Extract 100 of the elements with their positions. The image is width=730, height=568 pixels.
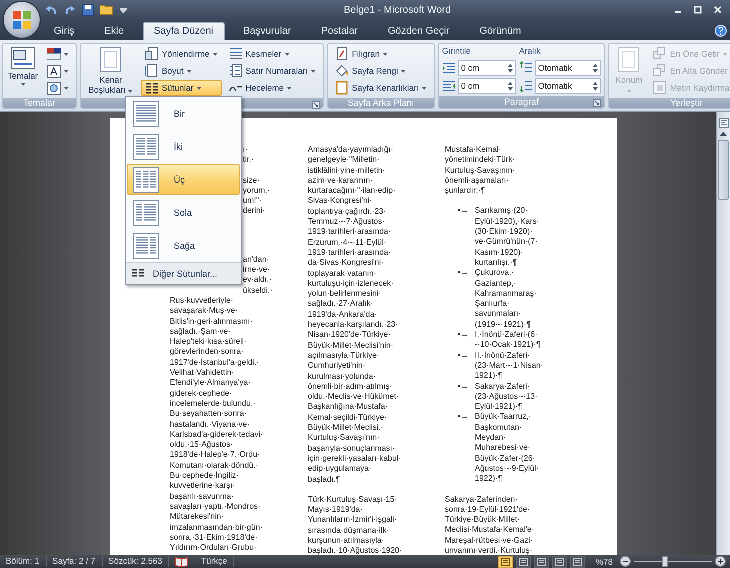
text-line: başladı.·10·Ağustos·1920· bbox=[308, 546, 402, 555]
text-line: Karlsbad'a·giderek·tedavi· bbox=[170, 430, 264, 440]
send-back-icon bbox=[653, 64, 668, 78]
ribbon-tab[interactable]: Ekle bbox=[94, 22, 136, 40]
ribbon-tab[interactable]: Başvurular bbox=[232, 22, 302, 40]
text-line: Başkanlığına·Mustafa· bbox=[308, 402, 390, 413]
text-line: Mareşal·rütbesi·ve·Gazi· bbox=[445, 536, 534, 546]
view-button[interactable] bbox=[516, 556, 531, 568]
status-item: Bölüm: 1 bbox=[0, 556, 47, 567]
column-option[interactable]: Üç bbox=[127, 164, 240, 195]
zoom-level[interactable]: %78 bbox=[596, 556, 613, 566]
ribbon-menu-button[interactable]: Boyut bbox=[141, 63, 222, 79]
text-line: edip·uygulamaya· bbox=[308, 464, 373, 474]
color-swatch-icon bbox=[47, 48, 61, 60]
folder-icon[interactable] bbox=[100, 4, 114, 16]
spin-field[interactable]: Otomatik bbox=[535, 78, 602, 94]
dialog-launcher-icon[interactable] bbox=[593, 99, 602, 107]
text-line: Amasya'da·yayımladığı· bbox=[308, 145, 395, 156]
text-line: irne·ve· bbox=[243, 265, 272, 276]
customize-caret-icon[interactable] bbox=[120, 7, 127, 13]
ribbon-tab[interactable]: Sayfa Düzeni bbox=[143, 22, 224, 40]
ribbon-menu-button[interactable]: Sayfa Kenarlıkları bbox=[331, 80, 432, 96]
status-language[interactable]: Türkçe bbox=[195, 556, 234, 567]
text-line: Ağustos·-·9·Eylül· bbox=[475, 464, 540, 474]
text-line: da·Sivas·Kongresi'ni· bbox=[308, 258, 385, 269]
indent-right-icon bbox=[442, 79, 456, 93]
bullet-marker: •→ bbox=[458, 330, 470, 340]
scroll-thumb[interactable] bbox=[718, 140, 729, 200]
text-line: sırasında·düşmana·ilk· bbox=[308, 526, 390, 536]
caret-icon bbox=[311, 70, 316, 72]
text-line: yolun·belirlenmesini· bbox=[308, 289, 382, 300]
ribbon-tab[interactable]: Gözden Geçir bbox=[377, 22, 461, 40]
ribbon-menu-button[interactable]: Satır Numaraları bbox=[224, 63, 320, 79]
text-line: toplantıya·çağırdı.·23· bbox=[308, 206, 388, 218]
ribbon-menu-button[interactable]: Heceleme bbox=[224, 80, 320, 96]
margins-button[interactable]: Kenar Boşlukları bbox=[84, 46, 138, 96]
text-line: oldu.·Meclis·ve·Hükümet· bbox=[308, 392, 400, 402]
ribbon-tab[interactable]: Postalar bbox=[310, 22, 369, 40]
text-line: tir.· bbox=[243, 155, 254, 166]
zoom-out-icon[interactable] bbox=[620, 556, 631, 567]
spin-field[interactable]: Otomatik bbox=[535, 60, 602, 76]
text-line: Mustafa·Kemal· bbox=[445, 145, 502, 156]
bullet-marker: •→ bbox=[458, 382, 470, 392]
text-line: Başkomutan· bbox=[475, 422, 524, 434]
vertical-scrollbar[interactable] bbox=[716, 112, 730, 555]
ribbon-menu-button[interactable]: Sayfa Rengi bbox=[331, 63, 432, 79]
text-line: Sakarya·Zaferi· bbox=[475, 382, 532, 392]
more-columns-option[interactable]: Diğer Sütunlar... bbox=[126, 262, 241, 284]
text-wrap-icon bbox=[653, 81, 668, 95]
column-option[interactable]: Sola bbox=[127, 197, 240, 228]
text-line: giderek·cephede· bbox=[170, 388, 234, 399]
column-option[interactable]: Sağa bbox=[127, 230, 240, 261]
text-line: Sivas·Kongresi'ni· bbox=[308, 196, 374, 207]
spin-field[interactable]: 0 cm bbox=[458, 60, 516, 76]
zoom-slider-thumb[interactable] bbox=[662, 556, 668, 567]
ribbon-menu-button[interactable]: Filigran bbox=[331, 46, 432, 62]
maximize-icon[interactable] bbox=[694, 6, 702, 14]
text-line: 1922)·¶ bbox=[475, 474, 504, 484]
column-option[interactable]: İki bbox=[127, 131, 240, 162]
text-line: hastalandı.·Viyana·ve· bbox=[170, 420, 251, 430]
spacing-after-icon bbox=[519, 79, 534, 93]
ribbon-tab[interactable]: Giriş bbox=[43, 22, 86, 40]
text-line: sağladı.·Şam·ve· bbox=[170, 326, 232, 338]
text-line: 1919·tarihleri·arasında· bbox=[308, 248, 392, 258]
bullet-marker: •→ bbox=[458, 206, 470, 217]
ribbon-menu-button[interactable]: Sütunlar bbox=[141, 80, 222, 96]
proofing-book-icon[interactable] bbox=[175, 556, 190, 567]
spin-field[interactable]: 0 cm bbox=[458, 78, 516, 94]
text-line: ev·aldı.· bbox=[243, 275, 273, 286]
view-button[interactable] bbox=[534, 556, 549, 568]
text-line: size· bbox=[243, 176, 261, 186]
redo-icon[interactable] bbox=[64, 4, 76, 16]
themes-button[interactable]: Temalar bbox=[6, 46, 40, 87]
circle-effects-icon bbox=[47, 82, 61, 94]
columns-icon bbox=[145, 81, 159, 95]
close-icon[interactable] bbox=[714, 6, 722, 14]
view-layout-icon bbox=[518, 558, 528, 566]
column-option[interactable]: Bir bbox=[127, 98, 240, 129]
text-line: Meydan· bbox=[475, 433, 508, 444]
save-icon[interactable] bbox=[82, 4, 94, 16]
page-border-icon bbox=[335, 81, 350, 95]
view-button[interactable] bbox=[498, 556, 513, 568]
dialog-launcher-icon[interactable] bbox=[312, 101, 320, 109]
column-layout-icon bbox=[133, 232, 161, 258]
zoom-in-icon[interactable] bbox=[715, 556, 726, 567]
view-button[interactable] bbox=[552, 556, 567, 568]
undo-icon[interactable] bbox=[44, 4, 58, 16]
ribbon-menu-button[interactable]: Kesmeler bbox=[224, 46, 320, 62]
text-line: Büyük·Millet·Meclisi.· bbox=[308, 423, 385, 434]
ruler-icon[interactable] bbox=[718, 118, 728, 128]
help-icon[interactable] bbox=[715, 25, 727, 37]
view-button[interactable] bbox=[570, 556, 585, 568]
text-line: 1921)·¶ bbox=[475, 371, 504, 382]
ribbon-tab[interactable]: Görünüm bbox=[468, 22, 532, 40]
caret-icon bbox=[64, 86, 69, 90]
theme-swatch-icon bbox=[11, 47, 35, 69]
text-line: incelemelerde·bulundu.· bbox=[170, 398, 257, 410]
ribbon-menu-button[interactable]: Yönlendirme bbox=[141, 46, 222, 62]
scroll-up-icon[interactable] bbox=[720, 132, 727, 136]
text-line: II.·İnönü·Zaferi· bbox=[475, 350, 532, 361]
